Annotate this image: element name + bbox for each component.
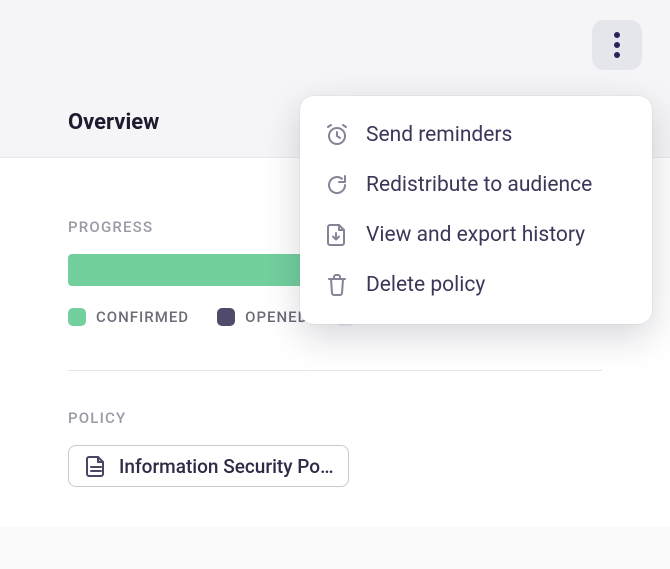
tab-overview[interactable]: Overview (68, 90, 159, 157)
alarm-clock-icon (324, 122, 350, 148)
menu-item-send-reminders[interactable]: Send reminders (310, 110, 642, 160)
swatch-confirmed (68, 308, 86, 326)
policy-chip-label: Information Security Po… (119, 455, 334, 478)
section-divider (68, 370, 602, 371)
legend-label-confirmed: CONFIRMED (96, 308, 189, 326)
legend-item-opened: OPENED (217, 308, 308, 326)
refresh-icon (324, 172, 350, 198)
policy-chip[interactable]: Information Security Po… (68, 445, 349, 487)
legend-item-confirmed: CONFIRMED (68, 308, 189, 326)
header-bar (0, 0, 670, 90)
menu-item-redistribute[interactable]: Redistribute to audience (310, 160, 642, 210)
trash-icon (324, 272, 350, 298)
kebab-icon (614, 32, 620, 58)
swatch-opened (217, 308, 235, 326)
menu-label: Redistribute to audience (366, 173, 592, 197)
legend-label-opened: OPENED (245, 308, 308, 326)
document-icon (83, 453, 109, 479)
menu-item-delete-policy[interactable]: Delete policy (310, 260, 642, 310)
actions-dropdown: Send reminders Redistribute to audience … (300, 96, 652, 324)
policy-section-label: POLICY (68, 409, 602, 427)
menu-item-view-export-history[interactable]: View and export history (310, 210, 642, 260)
menu-label: Delete policy (366, 273, 485, 297)
menu-label: Send reminders (366, 123, 512, 147)
menu-label: View and export history (366, 223, 585, 247)
more-actions-button[interactable] (592, 20, 642, 70)
file-download-icon (324, 222, 350, 248)
